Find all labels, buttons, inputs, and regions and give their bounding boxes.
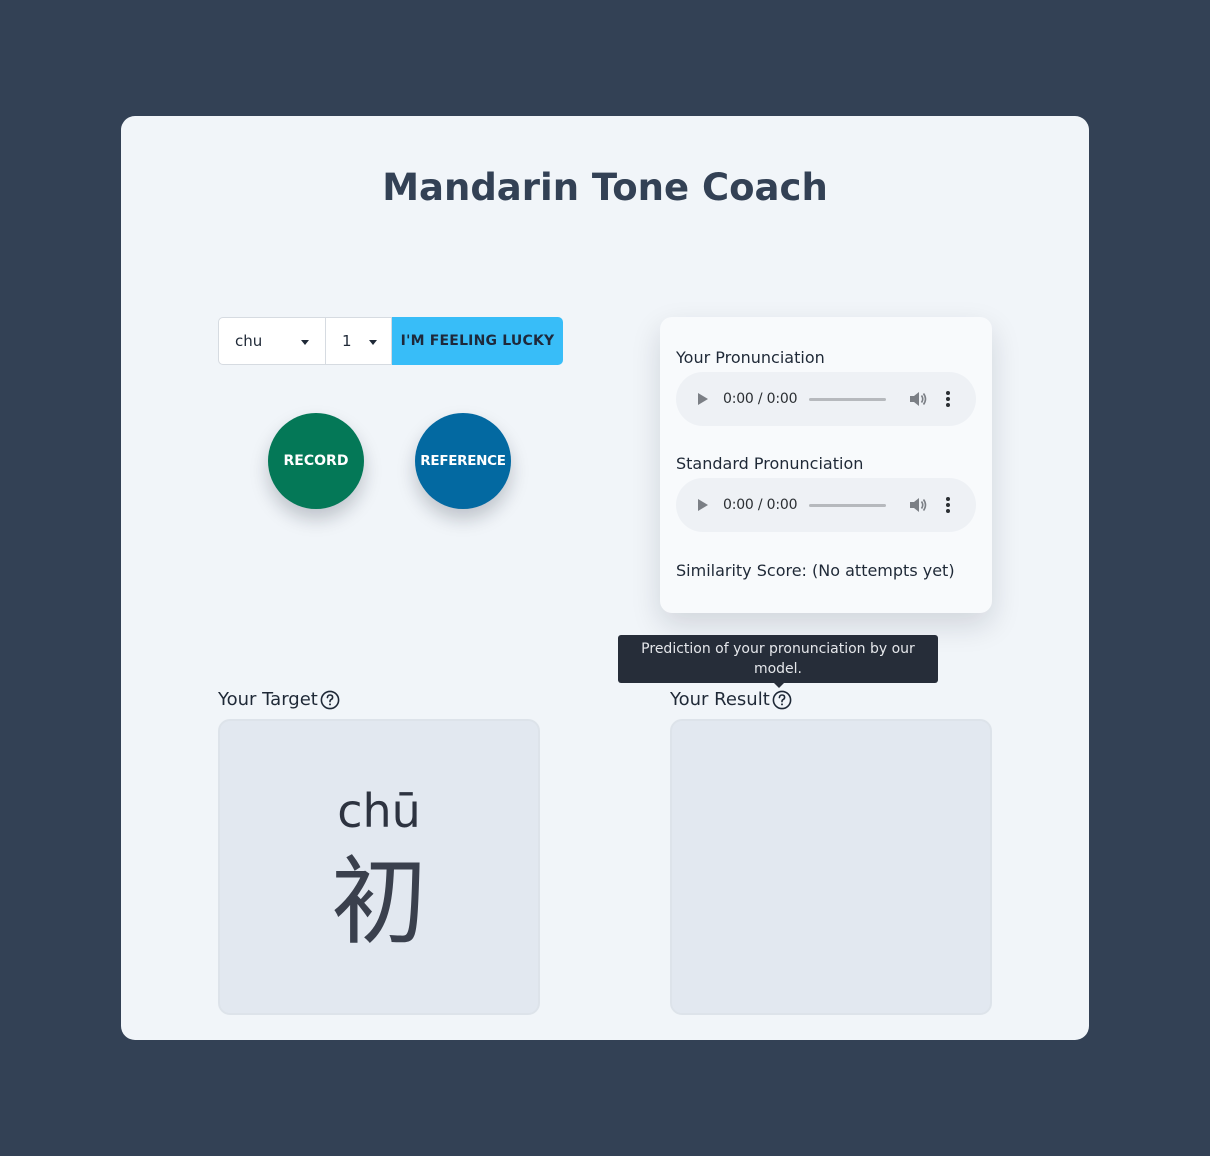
standard-pronunciation-player[interactable]: 0:00 / 0:00 bbox=[676, 478, 976, 532]
result-tooltip: Prediction of your pronunciation by our … bbox=[618, 635, 938, 683]
volume-icon[interactable] bbox=[908, 496, 928, 514]
your-result-heading: Your Result bbox=[670, 688, 792, 712]
your-pronunciation-player[interactable]: 0:00 / 0:00 bbox=[676, 372, 976, 426]
your-target-label: Your Target bbox=[218, 689, 318, 710]
syllable-select-value: chu bbox=[235, 332, 263, 350]
page-title: Mandarin Tone Coach bbox=[382, 166, 828, 209]
seek-bar[interactable] bbox=[809, 504, 886, 507]
chevron-down-icon bbox=[369, 340, 377, 345]
more-options-icon[interactable] bbox=[944, 390, 952, 408]
target-box: chū 初 bbox=[218, 719, 540, 1015]
volume-icon[interactable] bbox=[908, 390, 928, 408]
player-time: 0:00 / 0:00 bbox=[723, 497, 798, 513]
your-result-label: Your Result bbox=[670, 689, 770, 710]
player-time: 0:00 / 0:00 bbox=[723, 391, 798, 407]
audio-panel: Your Pronunciation 0:00 / 0:00 Standard … bbox=[660, 317, 992, 613]
target-hanzi: 初 bbox=[331, 846, 427, 958]
tone-select-value: 1 bbox=[342, 332, 352, 350]
feeling-lucky-button[interactable]: I'M FEELING LUCKY bbox=[392, 317, 563, 365]
play-icon[interactable] bbox=[698, 499, 708, 511]
reference-button[interactable]: REFERENCE bbox=[415, 413, 511, 509]
help-icon[interactable] bbox=[320, 690, 340, 710]
help-icon[interactable] bbox=[772, 690, 792, 710]
standard-pronunciation-label: Standard Pronunciation bbox=[676, 454, 864, 473]
tone-select[interactable]: 1 bbox=[326, 317, 392, 365]
target-pinyin: chū bbox=[337, 784, 421, 838]
play-icon[interactable] bbox=[698, 393, 708, 405]
controls-row: chu 1 I'M FEELING LUCKY bbox=[218, 317, 563, 365]
your-pronunciation-label: Your Pronunciation bbox=[676, 348, 825, 367]
similarity-score: Similarity Score: (No attempts yet) bbox=[676, 561, 955, 580]
chevron-down-icon bbox=[301, 340, 309, 345]
main-card: Mandarin Tone Coach chu 1 I'M FEELING LU… bbox=[121, 116, 1089, 1040]
your-target-heading: Your Target bbox=[218, 688, 340, 712]
syllable-select[interactable]: chu bbox=[218, 317, 326, 365]
record-button[interactable]: RECORD bbox=[268, 413, 364, 509]
result-box bbox=[670, 719, 992, 1015]
seek-bar[interactable] bbox=[809, 398, 886, 401]
more-options-icon[interactable] bbox=[944, 496, 952, 514]
